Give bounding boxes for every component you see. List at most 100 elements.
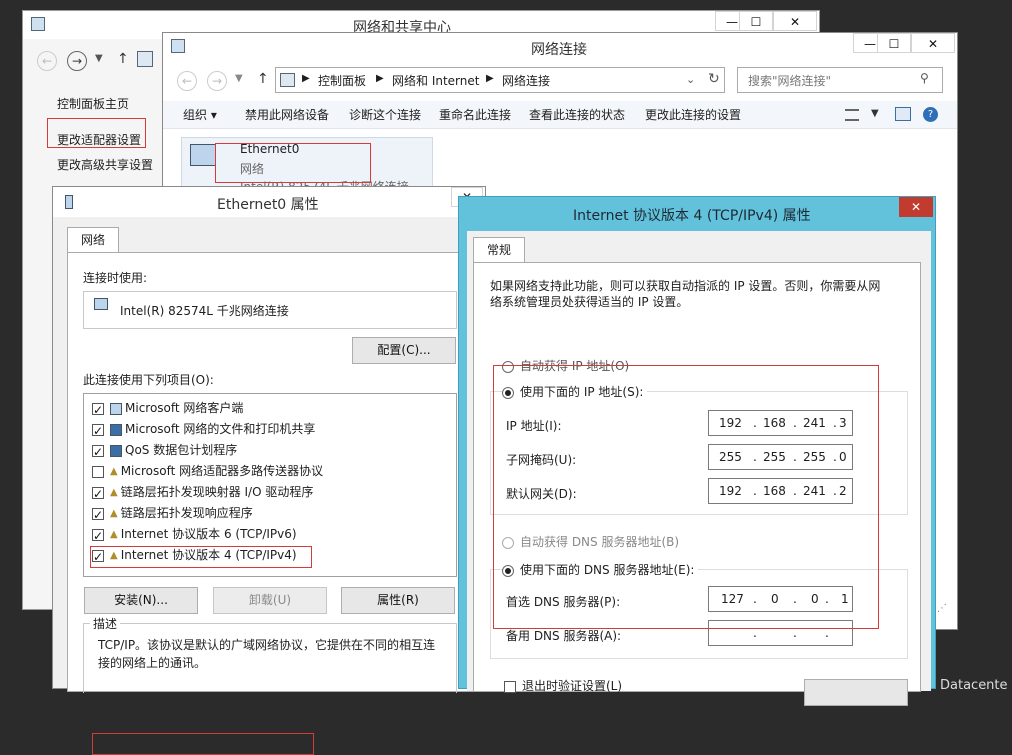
manual-dns-radio[interactable]: 使用下面的 DNS 服务器地址(E):: [502, 561, 699, 578]
help-icon[interactable]: ?: [923, 107, 938, 122]
search-placeholder: 搜索"网络连接": [748, 74, 832, 88]
preferred-dns-field[interactable]: 127. 0. 0. 1: [708, 586, 853, 612]
network-icon: [280, 73, 295, 87]
search-icon: ⚲: [920, 71, 929, 85]
dot: .: [825, 626, 829, 640]
checkbox[interactable]: [92, 421, 104, 441]
close-button[interactable]: ✕: [899, 197, 933, 217]
breadcrumb-network-connections[interactable]: 网络连接: [502, 72, 550, 89]
radio[interactable]: [502, 360, 514, 373]
auto-ip-radio[interactable]: 自动获得 IP 地址(O): [502, 357, 629, 374]
checkbox[interactable]: [92, 400, 104, 420]
properties-button[interactable]: 属性(R): [341, 587, 455, 614]
list-item[interactable]: ▲Internet 协议版本 6 (TCP/IPv6): [92, 524, 297, 546]
octet: 255: [719, 450, 742, 464]
sidebar-item-change-adapter[interactable]: 更改适配器设置: [57, 131, 141, 148]
dot: .: [833, 484, 837, 498]
breadcrumb-control-panel[interactable]: 控制面板: [318, 72, 366, 89]
tab-network[interactable]: 网络: [67, 227, 119, 253]
radio[interactable]: [502, 564, 514, 577]
checkbox[interactable]: [92, 526, 104, 546]
menu-organize[interactable]: 组织 ▾: [183, 101, 217, 129]
radio[interactable]: [502, 536, 514, 549]
octet: 192: [719, 416, 742, 430]
dot: .: [753, 450, 757, 464]
connect-using-label: 连接时使用:: [83, 271, 148, 285]
address-bar[interactable]: ▶ 控制面板 ▶ 网络和 Internet ▶ 网络连接 ⌄ ↻: [275, 67, 725, 93]
alternate-dns-field[interactable]: . . .: [708, 620, 853, 646]
up-icon[interactable]: ↑: [117, 51, 129, 67]
refresh-icon[interactable]: ↻: [708, 71, 720, 87]
menu-diagnose[interactable]: 诊断这个连接: [349, 101, 421, 129]
search-input[interactable]: 搜索"网络连接" ⚲: [737, 67, 943, 93]
maximize-button[interactable]: ☐: [739, 11, 773, 31]
network-adapter-icon: [190, 144, 216, 166]
octet: 0: [839, 450, 847, 464]
breadcrumb-network-internet[interactable]: 网络和 Internet: [392, 72, 479, 89]
tab-general[interactable]: 常规: [473, 237, 525, 263]
list-item[interactable]: Microsoft 网络客户端: [92, 398, 243, 420]
chevron-down-icon[interactable]: ▼: [235, 73, 243, 84]
close-button[interactable]: ✕: [911, 33, 955, 53]
adapter-name: Intel(R) 82574L 千兆网络连接: [120, 304, 289, 318]
forward-icon[interactable]: →: [207, 71, 227, 91]
dialog-body: 常规 如果网络支持此功能，则可以获取自动指派的 IP 设置。否则，你需要从网 络…: [467, 231, 931, 706]
view-options-icon[interactable]: [845, 109, 859, 121]
list-item[interactable]: ▲链路层拓扑发现响应程序: [92, 503, 253, 525]
octet: 241: [803, 416, 826, 430]
list-item[interactable]: ▲ Microsoft 网络适配器多路传送器协议: [92, 461, 323, 481]
preview-pane-icon[interactable]: [895, 107, 911, 121]
dot: .: [753, 416, 757, 430]
list-item[interactable]: ▲链路层拓扑发现映射器 I/O 驱动程序: [92, 482, 313, 504]
advanced-button[interactable]: [804, 679, 908, 706]
forward-icon[interactable]: →: [67, 51, 87, 71]
octet: 3: [839, 416, 847, 430]
install-button[interactable]: 安装(N)...: [84, 587, 198, 614]
subnet-mask-field[interactable]: 255. 255. 255. 0: [708, 444, 853, 470]
window-icon: [171, 39, 185, 53]
manual-ip-label: 使用下面的 IP 地址(S):: [520, 385, 644, 399]
checkbox[interactable]: [92, 442, 104, 462]
back-icon[interactable]: ←: [177, 71, 197, 91]
chevron-down-icon[interactable]: ▼: [95, 53, 103, 64]
close-button[interactable]: ✕: [773, 11, 817, 31]
octet: 255: [763, 450, 786, 464]
chevron-down-icon[interactable]: ⌄: [686, 73, 695, 86]
adapter-tile[interactable]: Ethernet0 网络 Intel(R) 82574L 千兆网络连接: [181, 137, 433, 194]
chevron-down-icon[interactable]: ▼: [871, 108, 879, 119]
uninstall-button[interactable]: 卸载(U): [213, 587, 327, 614]
up-icon[interactable]: ↑: [257, 71, 269, 87]
checkbox[interactable]: [92, 505, 104, 525]
items-label: 此连接使用下列项目(O):: [83, 373, 214, 387]
octet: 1: [841, 592, 849, 606]
checkbox[interactable]: [504, 680, 516, 693]
configure-button[interactable]: 配置(C)...: [352, 337, 456, 364]
qos-icon: [110, 444, 122, 457]
sidebar-item-control-panel-home[interactable]: 控制面板主页: [57, 95, 129, 112]
back-icon[interactable]: ←: [37, 51, 57, 71]
gateway-field[interactable]: 192. 168. 241. 2: [708, 478, 853, 504]
checkbox[interactable]: [92, 465, 104, 478]
dot: .: [825, 592, 829, 606]
menu-change-settings[interactable]: 更改此连接的设置: [645, 101, 741, 129]
sidebar-item-advanced-sharing[interactable]: 更改高级共享设置: [57, 156, 153, 173]
adapter-status: 网络: [240, 162, 265, 176]
radio[interactable]: [502, 386, 514, 399]
maximize-button[interactable]: ☐: [877, 33, 911, 53]
checkbox[interactable]: [92, 547, 104, 567]
auto-dns-radio[interactable]: 自动获得 DNS 服务器地址(B): [502, 533, 679, 550]
corner-text: Datacente: [940, 678, 1008, 693]
ip-address-field[interactable]: 192. 168. 241. 3: [708, 410, 853, 436]
dot: .: [833, 450, 837, 464]
manual-ip-radio[interactable]: 使用下面的 IP 地址(S):: [502, 383, 648, 400]
ip-address-label: IP 地址(I):: [506, 419, 562, 433]
menu-disable-device[interactable]: 禁用此网络设备: [245, 101, 329, 129]
validate-on-exit-checkbox[interactable]: 退出时验证设置(L): [504, 677, 622, 694]
list-item[interactable]: ▲Internet 协议版本 4 (TCP/IPv4): [92, 545, 297, 567]
menu-rename[interactable]: 重命名此连接: [439, 101, 511, 129]
checkbox[interactable]: [92, 484, 104, 504]
menu-view-status[interactable]: 查看此连接的状态: [529, 101, 625, 129]
list-item[interactable]: QoS 数据包计划程序: [92, 440, 237, 462]
list-item[interactable]: Microsoft 网络的文件和打印机共享: [92, 419, 315, 441]
breadcrumb-separator-icon: ▶: [302, 73, 310, 84]
